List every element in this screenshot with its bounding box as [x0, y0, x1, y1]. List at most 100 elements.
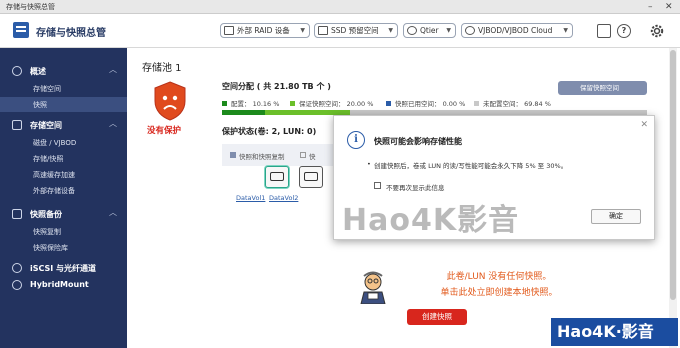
- sidebar-item-storage-space[interactable]: 存储空间: [0, 81, 127, 96]
- chevron-up-icon: ︿: [109, 119, 117, 128]
- dont-show-again-checkbox[interactable]: [374, 182, 381, 189]
- reserve-snapshot-space-label: 保留快照空间: [580, 84, 619, 92]
- settings-icon[interactable]: [649, 23, 665, 39]
- no-snapshot-message: 此卷/LUN 没有任何快照。: [446, 272, 552, 282]
- legend-value: 20.00 %: [346, 100, 374, 108]
- legend-swatch: [290, 101, 295, 106]
- dialog-message: 创建快照后，卷或 LUN 的读/写性能可能会永久下降 5% 至 30%。: [367, 160, 567, 170]
- qtier-icon: [407, 26, 417, 35]
- external-raid-button[interactable]: 外部 RAID 设备 ▼: [220, 23, 310, 38]
- legend-allocated: 配置： 10.16 %: [222, 98, 279, 108]
- legend-guaranteed: 保证快照空间： 20.00 %: [290, 98, 373, 108]
- pool-title: 存储池 1: [142, 63, 182, 74]
- window-title: 存储与快照总管: [6, 3, 55, 11]
- sidebar-section-label: HybridMount: [30, 280, 89, 289]
- help-icon[interactable]: ?: [617, 24, 631, 38]
- snapshot-replica-header: 快照和快照复制: [239, 153, 285, 161]
- sidebar-item-label: 存储/快照: [33, 155, 64, 163]
- volume-link-datavol2[interactable]: DataVol2: [269, 194, 298, 202]
- close-window-button[interactable]: ✕: [665, 1, 673, 13]
- disk-icon: [270, 172, 284, 181]
- close-icon[interactable]: ✕: [640, 120, 648, 130]
- sidebar-section-overview[interactable]: 概述 ︿: [0, 62, 127, 80]
- dialog-title: 快照可能会影响存储性能: [374, 137, 462, 146]
- sidebar-item-external-storage[interactable]: 外部存储设备: [0, 183, 127, 198]
- sidebar-section-iscsi[interactable]: iSCSI 与光纤通道: [0, 259, 127, 277]
- volume-card-datavol2[interactable]: [299, 166, 325, 196]
- info-icon: i: [347, 131, 365, 149]
- legend-swatch: [222, 101, 227, 106]
- sidebar-section-hybridmount[interactable]: HybridMount: [0, 276, 127, 294]
- sidebar-section-snapshot-backup[interactable]: 快照备份 ︿: [0, 205, 127, 223]
- volume-card-datavol1[interactable]: [265, 166, 291, 196]
- toolbar: 存储与快照总管 外部 RAID 设备 ▼ SSD 预留空间 ▼ Qtier ▼ …: [0, 14, 680, 48]
- legend-label: 保证快照空间：: [299, 100, 345, 108]
- sidebar-item-label: 快照: [33, 101, 47, 109]
- vjbod-button[interactable]: VJBOD/VJBOD Cloud ▼: [461, 23, 573, 38]
- ssd-icon: [318, 26, 328, 35]
- legend-value: 10.16 %: [252, 100, 280, 108]
- legend-swatch: [300, 152, 306, 158]
- protection-status-title: 保护状态(卷: 2, LUN: 0): [222, 127, 317, 136]
- no-protection-label: 没有保护: [147, 126, 182, 136]
- sidebar-item-snapshot[interactable]: 快照: [0, 97, 127, 112]
- disk-icon: [304, 172, 318, 181]
- sidebar-item-label: 磁盘 / VJBOD: [33, 139, 77, 147]
- legend-swatch: [230, 152, 236, 158]
- sidebar-section-label: 概述: [30, 67, 46, 76]
- chevron-up-icon: ︿: [109, 65, 117, 74]
- ssd-overprovision-button[interactable]: SSD 预留空间 ▼: [314, 23, 398, 38]
- legend-swatch: [474, 101, 479, 106]
- legend-label: 配置：: [231, 100, 251, 108]
- sidebar-section-label: iSCSI 与光纤通道: [30, 264, 97, 273]
- legend-label: 未配置空间：: [483, 100, 522, 108]
- sidebar-item-label: 快照复制: [33, 228, 61, 236]
- database-icon: [12, 120, 22, 130]
- sidebar-section-label: 存储空间: [30, 121, 62, 130]
- raid-device-icon: [224, 26, 234, 35]
- sidebar-item-snapshot-vault[interactable]: 快照保险库: [0, 240, 127, 255]
- backup-icon: [12, 209, 22, 219]
- snapshot-header: 快: [309, 153, 316, 161]
- create-snapshot-hint[interactable]: 单击此处立即创建本地快照。: [399, 285, 599, 298]
- chevron-down-icon: ▼: [563, 27, 568, 34]
- space-allocation-title: 空间分配 ( 共 21.80 TB 个 ): [222, 82, 331, 91]
- sidebar-item-label: 外部存储设备: [33, 187, 75, 195]
- chevron-up-icon: ︿: [109, 208, 117, 217]
- sidebar-item-storage-snapshots[interactable]: 存储/快照: [0, 151, 127, 166]
- ssd-label: SSD 预留空间: [331, 26, 379, 35]
- sidebar-section-storage[interactable]: 存储空间 ︿: [0, 116, 127, 134]
- external-raid-label: 外部 RAID 设备: [237, 26, 290, 35]
- minimize-button[interactable]: –: [648, 1, 653, 13]
- cloud-icon: [12, 280, 22, 290]
- chevron-down-icon: ▼: [446, 27, 451, 34]
- create-snapshot-button[interactable]: 创建快照: [407, 309, 467, 325]
- chevron-down-icon: ▼: [388, 27, 393, 34]
- sidebar-item-snapshot-replica[interactable]: 快照复制: [0, 224, 127, 239]
- sidebar-item-disks-vjbod[interactable]: 磁盘 / VJBOD: [0, 135, 127, 150]
- dont-show-again-label[interactable]: 不要再次显示此信息: [386, 182, 445, 192]
- no-snapshot-illustration-icon: [360, 271, 386, 304]
- watermark-corner: Hao4K·影音: [551, 318, 678, 346]
- qtier-button[interactable]: Qtier ▼: [403, 23, 456, 38]
- legend-used: 快照已用空间： 0.00 %: [386, 98, 465, 108]
- protection-table-header: 快照和快照复制 快: [222, 144, 342, 166]
- search-icon[interactable]: [597, 24, 611, 38]
- link-icon: [12, 263, 22, 273]
- sidebar: 概述 ︿ 存储空间 快照 存储空间 ︿ 磁盘 / VJBOD 存储/快照 高速缓…: [0, 48, 127, 348]
- vjbod-label: VJBOD/VJBOD Cloud: [478, 26, 553, 35]
- sidebar-item-label: 快照保险库: [33, 244, 68, 252]
- storage-app-icon: [13, 22, 29, 38]
- scrollbar-thumb[interactable]: [670, 50, 676, 300]
- chevron-down-icon: ▼: [300, 27, 305, 34]
- volume-link-datavol1[interactable]: DataVol1: [236, 194, 265, 202]
- sidebar-item-label: 存储空间: [33, 85, 61, 93]
- legend-value: 0.00 %: [442, 100, 466, 108]
- reserve-snapshot-space-button[interactable]: 保留快照空间: [558, 81, 647, 95]
- legend-unconfigured: 未配置空间： 69.84 %: [474, 98, 551, 108]
- overview-icon: [12, 66, 22, 76]
- sidebar-item-cache-acceleration[interactable]: 高速缓存加速: [0, 167, 127, 182]
- legend-label: 快照已用空间：: [395, 100, 441, 108]
- ok-button[interactable]: 确定: [591, 209, 641, 224]
- allocated-segment: [222, 110, 266, 115]
